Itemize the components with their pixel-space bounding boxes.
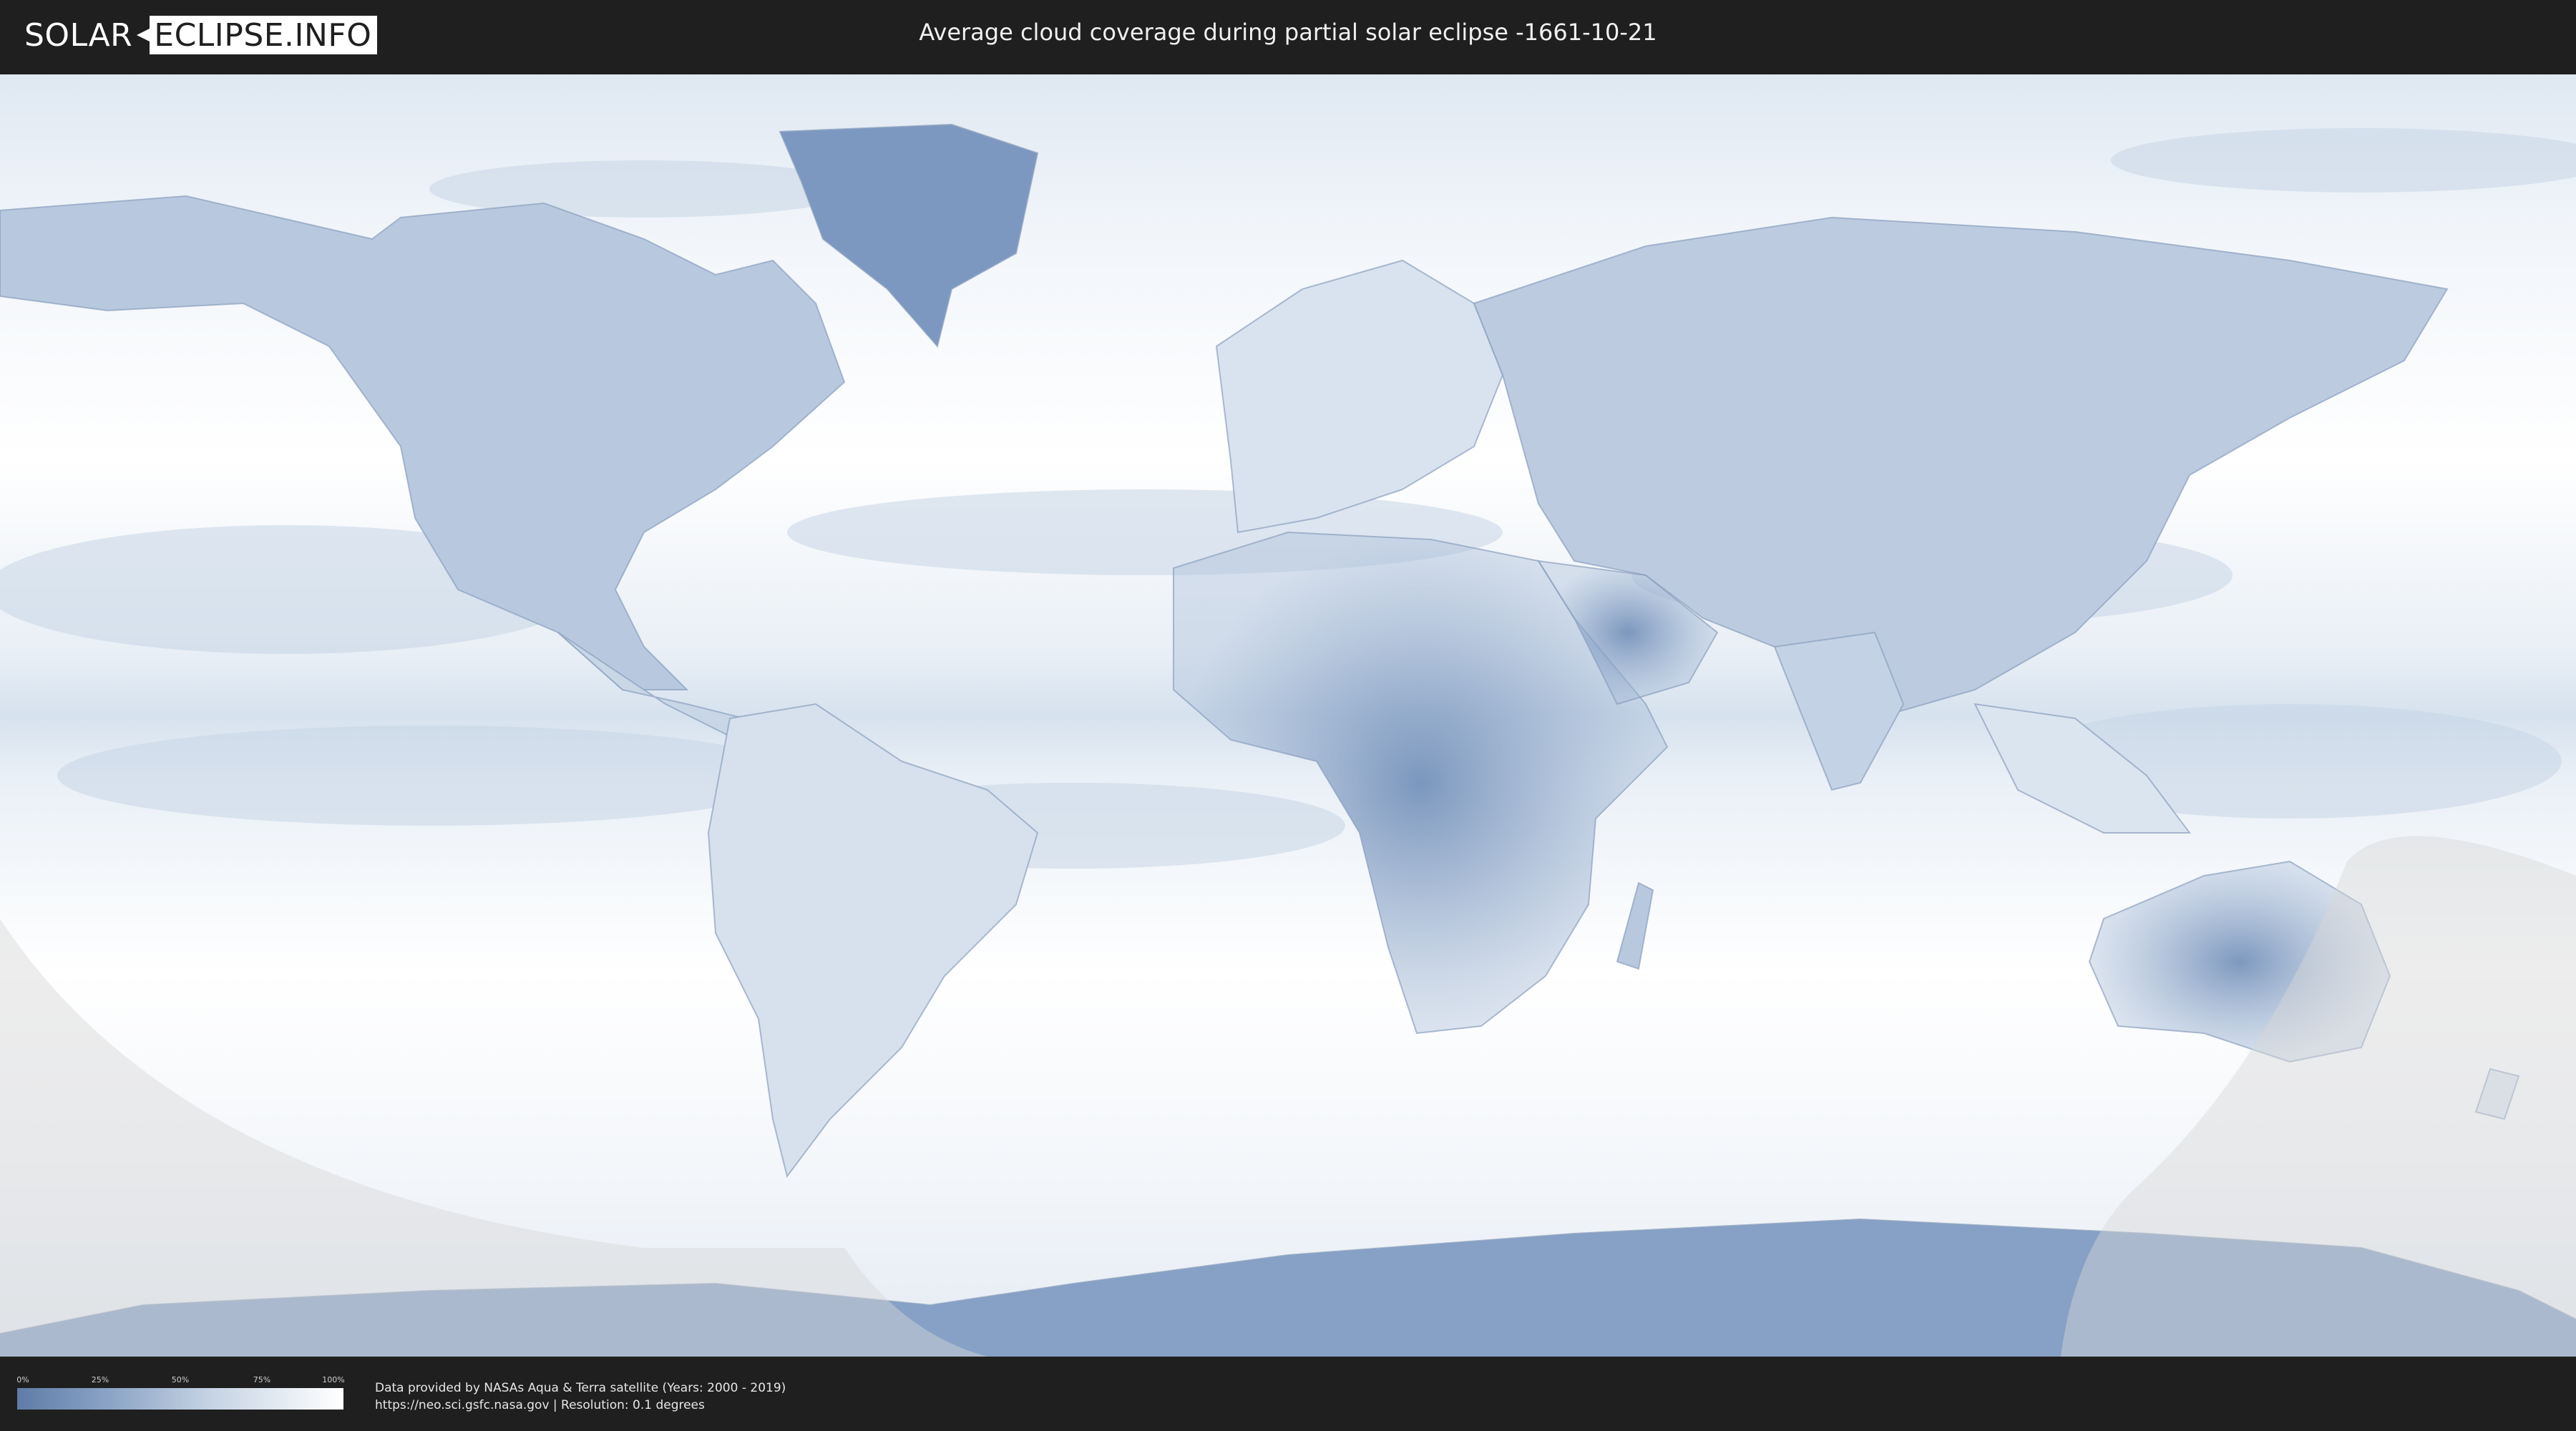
header-bar: SOLAR ECLIPSE.INFO Average cloud coverag… — [0, 0, 2576, 72]
source-line-2[interactable]: https://neo.sci.gsfc.nasa.gov | Resoluti… — [375, 1397, 786, 1414]
legend-tick-75: 75% — [253, 1375, 271, 1384]
data-source: Data provided by NASAs Aqua & Terra sate… — [375, 1379, 786, 1414]
legend-ticks: 0% 25% 50% 75% 100% — [16, 1375, 345, 1387]
legend-tick-100: 100% — [322, 1375, 345, 1384]
page-title: Average cloud coverage during partial so… — [919, 19, 1657, 46]
legend-tick-25: 25% — [91, 1375, 109, 1384]
cloud-coverage-map[interactable] — [0, 74, 2576, 1357]
legend-tick-0: 0% — [16, 1375, 29, 1384]
legend-tick-50: 50% — [171, 1375, 190, 1384]
source-line-1: Data provided by NASAs Aqua & Terra sate… — [375, 1381, 786, 1395]
legend-color-bar — [17, 1388, 343, 1410]
cloud-coverage-legend: 0% 25% 50% 75% 100% — [16, 1375, 345, 1410]
world-map — [0, 74, 2576, 1357]
